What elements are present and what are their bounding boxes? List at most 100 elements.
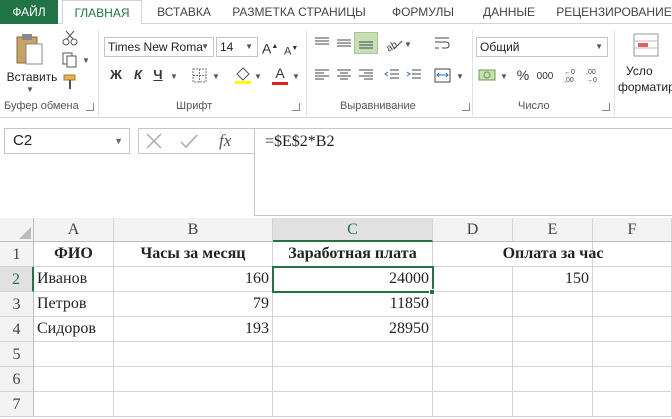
alignment-launcher-icon[interactable]: [462, 103, 470, 111]
row-header-7[interactable]: 7: [0, 392, 34, 417]
underline-button[interactable]: Ч: [150, 66, 166, 84]
bold-button[interactable]: Ж: [108, 66, 124, 84]
chevron-down-icon[interactable]: ▼: [292, 72, 300, 81]
increase-indent-icon[interactable]: [406, 68, 422, 82]
cell-b3[interactable]: 79: [114, 292, 273, 317]
percent-style-button[interactable]: %: [516, 66, 530, 84]
cell-f3[interactable]: [593, 292, 672, 317]
comma-style-button[interactable]: 000: [534, 68, 556, 86]
cell-c5[interactable]: [273, 342, 433, 367]
row-header-4[interactable]: 4: [0, 317, 34, 342]
cell-f4[interactable]: [593, 317, 672, 342]
shrink-font-icon[interactable]: A▼: [284, 40, 298, 61]
number-format-select[interactable]: Общий ▼: [476, 37, 608, 57]
cell-d3[interactable]: [433, 292, 513, 317]
orientation-icon[interactable]: ab: [384, 36, 404, 52]
column-header-b[interactable]: B: [114, 218, 273, 242]
cell-c3[interactable]: 11850: [273, 292, 433, 317]
cell-d7[interactable]: [433, 392, 513, 417]
tab-data[interactable]: ДАННЫЕ: [472, 0, 546, 24]
column-header-d[interactable]: D: [433, 218, 513, 242]
fill-handle[interactable]: [429, 289, 435, 295]
italic-button[interactable]: К: [130, 66, 146, 84]
format-painter-icon[interactable]: [62, 74, 78, 90]
grow-font-icon[interactable]: A▲: [262, 38, 278, 58]
fill-color-icon[interactable]: [234, 66, 252, 84]
cell-f7[interactable]: [593, 392, 672, 417]
column-header-a[interactable]: A: [34, 218, 114, 242]
cell-a4[interactable]: Сидоров: [34, 317, 114, 342]
cell-b6[interactable]: [114, 367, 273, 392]
font-color-icon[interactable]: A: [272, 64, 288, 85]
chevron-down-icon[interactable]: ▼: [254, 72, 262, 81]
cell-f2[interactable]: [593, 267, 672, 292]
tab-file[interactable]: ФАЙЛ: [0, 0, 58, 24]
cell-e7[interactable]: [513, 392, 593, 417]
insert-function-button[interactable]: fx: [219, 131, 231, 151]
tab-page-layout[interactable]: РАЗМЕТКА СТРАНИЦЫ: [226, 0, 372, 24]
number-launcher-icon[interactable]: [602, 103, 610, 111]
cell-f5[interactable]: [593, 342, 672, 367]
cell-a5[interactable]: [34, 342, 114, 367]
cell-b2[interactable]: 160: [114, 267, 273, 292]
chevron-down-icon[interactable]: ▼: [456, 72, 464, 81]
borders-icon[interactable]: [192, 68, 208, 84]
name-box[interactable]: C2 ▼: [4, 128, 130, 154]
cell-a2[interactable]: Иванов: [34, 267, 114, 292]
currency-format-icon[interactable]: [478, 66, 498, 84]
enter-icon[interactable]: [179, 132, 199, 150]
cell-c7[interactable]: [273, 392, 433, 417]
cell-c1[interactable]: Заработная плата: [273, 242, 433, 267]
copy-icon[interactable]: [62, 52, 78, 68]
tab-formulas[interactable]: ФОРМУЛЫ: [380, 0, 466, 24]
font-name-select[interactable]: Times New Roma ▼: [104, 37, 214, 57]
cell-d4[interactable]: [433, 317, 513, 342]
cell-d1[interactable]: Оплата за час: [433, 242, 672, 267]
cell-d6[interactable]: [433, 367, 513, 392]
chevron-down-icon[interactable]: ▼: [82, 56, 90, 65]
cell-d5[interactable]: [433, 342, 513, 367]
decrease-indent-icon[interactable]: [384, 68, 400, 82]
cell-d2[interactable]: [433, 267, 513, 292]
font-launcher-icon[interactable]: [292, 103, 300, 111]
merge-center-icon[interactable]: [434, 68, 452, 84]
align-right-icon[interactable]: [358, 68, 374, 82]
cell-c6[interactable]: [273, 367, 433, 392]
wrap-text-icon[interactable]: [434, 36, 450, 50]
cell-e6[interactable]: [513, 367, 593, 392]
font-size-select[interactable]: 14 ▼: [216, 37, 258, 57]
conditional-formatting-button[interactable]: Усло форматир: [618, 30, 672, 100]
chevron-down-icon[interactable]: ▼: [212, 72, 220, 81]
cell-a3[interactable]: Петров: [34, 292, 114, 317]
row-header-6[interactable]: 6: [0, 367, 34, 392]
paste-button[interactable]: Вставить ▼: [4, 30, 57, 94]
cell-e2[interactable]: 150: [513, 267, 593, 292]
decrease-decimal-icon[interactable]: ,00→0: [586, 66, 604, 84]
cell-b7[interactable]: [114, 392, 273, 417]
tab-review[interactable]: РЕЦЕНЗИРОВАНИЕ: [552, 0, 672, 24]
select-all-corner[interactable]: [0, 218, 34, 242]
tab-home[interactable]: ГЛАВНАЯ: [62, 0, 142, 25]
cancel-icon[interactable]: [145, 132, 163, 150]
align-top-icon[interactable]: [314, 36, 330, 50]
clipboard-launcher-icon[interactable]: [86, 103, 94, 111]
cell-c4[interactable]: 28950: [273, 317, 433, 342]
chevron-down-icon[interactable]: ▼: [500, 72, 508, 81]
row-header-5[interactable]: 5: [0, 342, 34, 367]
cell-b5[interactable]: [114, 342, 273, 367]
increase-decimal-icon[interactable]: ←0,00: [564, 66, 582, 84]
formula-input[interactable]: =$E$2*B2: [254, 128, 672, 216]
cell-b4[interactable]: 193: [114, 317, 273, 342]
row-header-2[interactable]: 2: [0, 267, 34, 292]
cell-e5[interactable]: [513, 342, 593, 367]
cell-a7[interactable]: [34, 392, 114, 417]
align-left-icon[interactable]: [314, 68, 330, 82]
column-header-e[interactable]: E: [513, 218, 593, 242]
chevron-down-icon[interactable]: ▼: [404, 40, 412, 49]
tab-insert[interactable]: ВСТАВКА: [146, 0, 222, 24]
align-middle-icon[interactable]: [336, 36, 352, 50]
cell-a6[interactable]: [34, 367, 114, 392]
column-header-c[interactable]: C: [273, 218, 433, 242]
row-header-1[interactable]: 1: [0, 242, 34, 267]
cell-f6[interactable]: [593, 367, 672, 392]
